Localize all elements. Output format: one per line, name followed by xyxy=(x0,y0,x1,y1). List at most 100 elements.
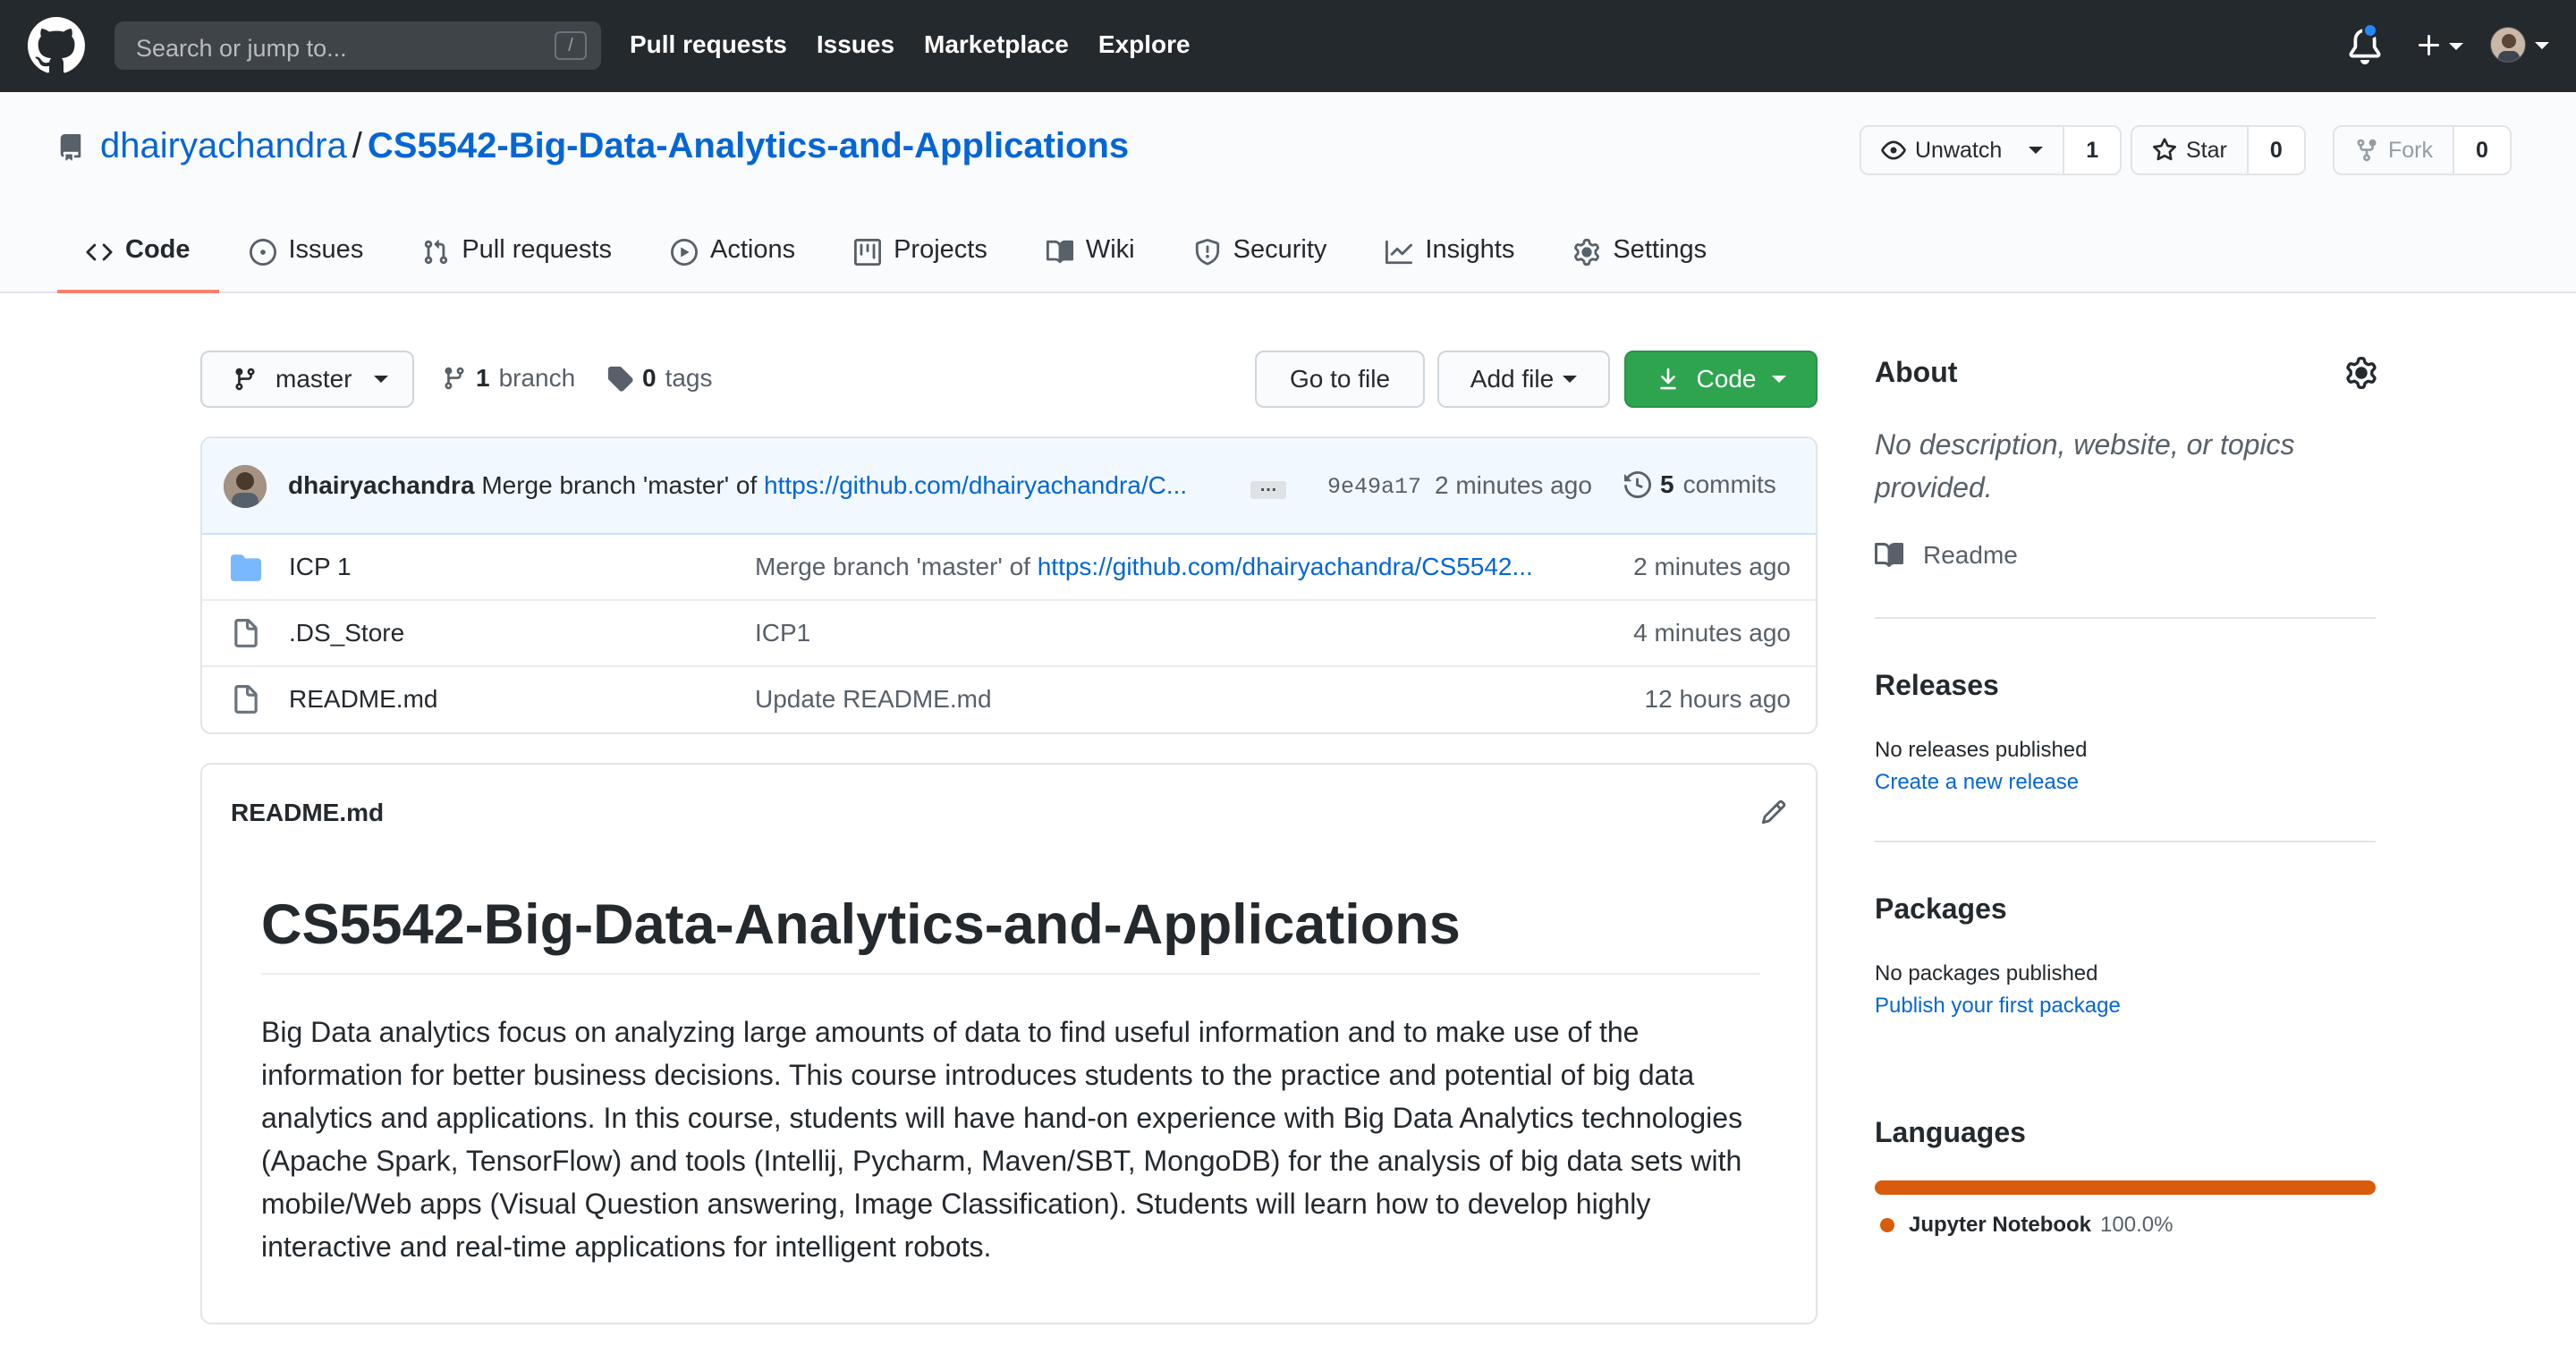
file-commit-message[interactable]: ICP1 xyxy=(755,619,1596,647)
file-icon xyxy=(234,685,258,714)
tab-security[interactable]: Security xyxy=(1165,226,1356,293)
watch-count[interactable]: 1 xyxy=(2064,127,2121,173)
nav-issues[interactable]: Issues xyxy=(817,30,894,59)
tab-actions[interactable]: Actions xyxy=(642,226,824,293)
language-percent: 100.0% xyxy=(2100,1213,2174,1237)
file-browser: dhairyachandra Merge branch 'master' of … xyxy=(200,436,1818,734)
file-commit-link[interactable]: https://github.com/dhairyachandra/CS5542… xyxy=(1038,553,1533,580)
chevron-down-icon xyxy=(1772,376,1787,383)
folder-icon xyxy=(231,554,261,581)
fork-count[interactable]: 0 xyxy=(2454,127,2510,173)
readme-link[interactable]: Readme xyxy=(1875,541,2376,570)
go-to-file-button[interactable]: Go to file xyxy=(1255,351,1425,408)
global-nav: Pull requests Issues Marketplace Explore xyxy=(630,30,1191,59)
star-label: Star xyxy=(2186,137,2227,163)
github-logo-icon[interactable] xyxy=(28,17,85,74)
go-to-file-label: Go to file xyxy=(1289,365,1391,393)
language-bar xyxy=(1875,1180,2376,1195)
file-commit-message: Merge branch 'master' of https://github.… xyxy=(755,553,1596,581)
commit-time: 2 minutes ago xyxy=(1435,471,1592,499)
tag-word: tags xyxy=(665,364,713,392)
tab-code-label: Code xyxy=(125,235,191,264)
commit-author-link[interactable]: dhairyachandra xyxy=(288,471,475,499)
publish-package-link[interactable]: Publish your first package xyxy=(1875,994,2376,1019)
repository-header: dhairyachandra / CS5542-Big-Data-Analytics… xyxy=(0,92,2576,293)
tab-wiki[interactable]: Wiki xyxy=(1018,226,1164,293)
add-file-label: Add file xyxy=(1470,365,1555,393)
releases-title[interactable]: Releases xyxy=(1875,669,2376,702)
language-color-dot xyxy=(1880,1218,1894,1232)
nav-pull-requests[interactable]: Pull requests xyxy=(630,30,787,59)
tab-code[interactable]: Code xyxy=(57,226,219,293)
star-button[interactable]: Star xyxy=(2132,127,2249,173)
branch-select-button[interactable]: master xyxy=(200,351,414,408)
user-menu[interactable] xyxy=(2490,27,2555,66)
file-commit-message[interactable]: Update README.md xyxy=(755,685,1596,714)
language-name: Jupyter Notebook xyxy=(1909,1213,2092,1237)
readme-filename: README.md xyxy=(231,799,385,826)
add-file-button[interactable]: Add file xyxy=(1437,351,1610,408)
tab-projects-label: Projects xyxy=(894,235,987,264)
tags-link[interactable]: 0 tags xyxy=(606,364,713,393)
packages-title[interactable]: Packages xyxy=(1875,892,2376,926)
nav-marketplace[interactable]: Marketplace xyxy=(924,30,1069,59)
chevron-down-icon xyxy=(2029,147,2044,154)
file-row[interactable]: ICP 1 Merge branch 'master' of https://g… xyxy=(202,535,1816,601)
code-download-button[interactable]: Code xyxy=(1624,351,1818,408)
star-count[interactable]: 0 xyxy=(2248,127,2304,173)
search-placeholder: Search or jump to... xyxy=(136,35,347,62)
commit-sha-link[interactable]: 9e49a17 xyxy=(1327,474,1421,500)
expand-commit-button[interactable]: … xyxy=(1250,477,1286,499)
tag-count: 0 xyxy=(642,364,657,392)
releases-empty-text: No releases published xyxy=(1875,738,2088,762)
create-new-menu[interactable] xyxy=(2415,25,2469,66)
star-group: Star 0 xyxy=(2131,125,2306,175)
tab-projects[interactable]: Projects xyxy=(826,226,1016,293)
tab-issues[interactable]: Issues xyxy=(221,226,393,293)
file-name-link[interactable]: README.md xyxy=(289,685,437,714)
readme-panel: README.md CS5542-Big-Data-Analytics-and-… xyxy=(200,763,1818,1324)
gear-icon xyxy=(1574,239,1600,266)
commit-message-link[interactable]: https://github.com/dhairyachandra/C... xyxy=(764,471,1187,499)
book-icon xyxy=(1875,542,1903,567)
tab-pull-requests[interactable]: Pull requests xyxy=(394,226,640,293)
chevron-down-icon xyxy=(2449,43,2463,50)
tab-settings[interactable]: Settings xyxy=(1545,226,1735,293)
about-title: About xyxy=(1875,356,1958,388)
repo-title-separator: / xyxy=(352,126,362,165)
gear-icon[interactable] xyxy=(2345,357,2377,389)
repo-name-link[interactable]: CS5542-Big-Data-Analytics-and-Applicatio… xyxy=(368,126,1129,165)
repo-owner-link[interactable]: dhairyachandra xyxy=(100,126,347,165)
fork-button[interactable]: Fork xyxy=(2334,127,2454,173)
sidebar-divider xyxy=(1875,617,2376,619)
about-description: No description, website, or topics provi… xyxy=(1875,428,2295,503)
unwatch-button[interactable]: Unwatch xyxy=(1861,127,2065,173)
shield-icon xyxy=(1195,239,1219,266)
watch-group: Unwatch 1 xyxy=(1860,125,2123,175)
play-icon xyxy=(670,239,698,266)
commit-message: Merge branch 'master' of xyxy=(481,471,758,499)
language-item[interactable]: Jupyter Notebook 100.0% xyxy=(1880,1213,2173,1238)
commit-count: 5 xyxy=(1660,470,1674,498)
create-release-link[interactable]: Create a new release xyxy=(1875,770,2376,795)
repo-title: dhairyachandra / CS5542-Big-Data-Analytics… xyxy=(100,126,1129,166)
nav-explore[interactable]: Explore xyxy=(1098,30,1191,59)
avatar[interactable] xyxy=(224,465,267,508)
graph-icon xyxy=(1385,240,1413,265)
file-row[interactable]: README.md Update README.md 12 hours ago xyxy=(202,667,1816,732)
packages-empty-text: No packages published xyxy=(1875,961,2098,985)
tab-insights[interactable]: Insights xyxy=(1357,226,1543,293)
search-input[interactable]: Search or jump to... / xyxy=(114,21,601,70)
file-name-link[interactable]: .DS_Store xyxy=(289,619,404,647)
tab-security-label: Security xyxy=(1233,235,1327,264)
file-age: 12 hours ago xyxy=(1644,685,1791,713)
commit-history-link[interactable]: 5 commits xyxy=(1624,470,1776,499)
search-shortcut-key: / xyxy=(555,31,587,60)
file-name-link[interactable]: ICP 1 xyxy=(289,553,352,581)
languages-title: Languages xyxy=(1875,1116,2026,1148)
branches-link[interactable]: 1 branch xyxy=(442,364,575,393)
pencil-icon[interactable] xyxy=(1760,799,1787,825)
latest-commit-message: dhairyachandra Merge branch 'master' of … xyxy=(288,471,1187,500)
file-row[interactable]: .DS_Store ICP1 4 minutes ago xyxy=(202,601,1816,667)
fork-group: Fork 0 xyxy=(2333,125,2512,175)
